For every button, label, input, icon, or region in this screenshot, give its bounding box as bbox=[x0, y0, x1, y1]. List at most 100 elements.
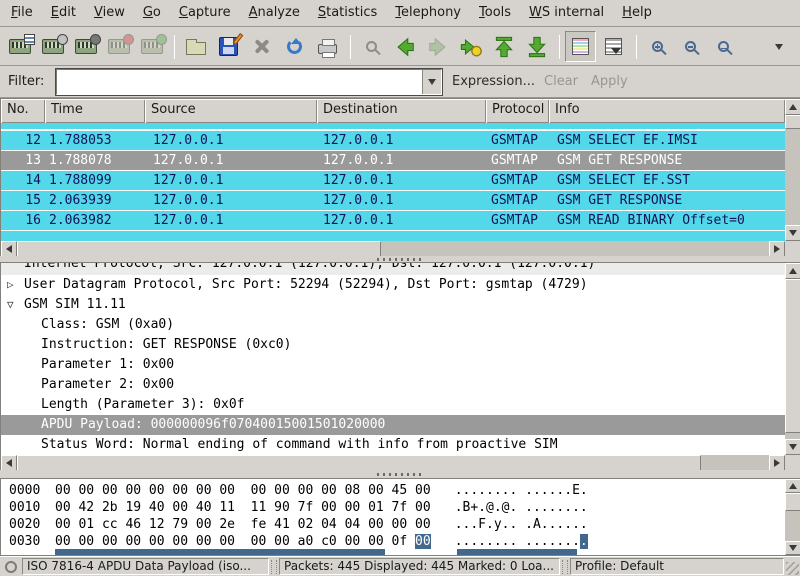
toolbar-button-open-file[interactable] bbox=[180, 31, 211, 62]
detail-row-class[interactable]: Class: GSM (0xa0) bbox=[1, 315, 785, 335]
hex-vscrollbar[interactable] bbox=[785, 479, 800, 555]
toolbar-button-save-file[interactable] bbox=[213, 31, 244, 62]
scroll-thumb[interactable] bbox=[785, 115, 800, 129]
hex-row[interactable]: 002000 01 cc 46 12 79 00 2e fe 41 02 04 … bbox=[1, 516, 785, 533]
toolbar-button-reload-file[interactable] bbox=[279, 31, 310, 62]
menu-capture[interactable]: Capture bbox=[170, 1, 240, 25]
details-vscrollbar[interactable] bbox=[785, 263, 800, 455]
column-header-destination[interactable]: Destination bbox=[317, 99, 486, 123]
scroll-up-button[interactable] bbox=[785, 263, 800, 279]
hex-byte-selected[interactable]: 00 bbox=[415, 534, 431, 549]
packet-row[interactable]: 15 2.063939 127.0.0.1 127.0.0.1 GSMTAP G… bbox=[1, 191, 785, 211]
packet-row-partial[interactable] bbox=[1, 231, 785, 241]
column-header-source[interactable]: Source bbox=[145, 99, 317, 123]
scroll-right-button[interactable] bbox=[769, 455, 785, 471]
detail-row-parameter-1[interactable]: Parameter 1: 0x00 bbox=[1, 355, 785, 375]
menu-tools[interactable]: Tools bbox=[470, 1, 520, 25]
menu-go[interactable]: Go bbox=[134, 1, 170, 25]
menu-file[interactable]: File bbox=[2, 1, 42, 25]
scroll-thumb[interactable] bbox=[17, 455, 701, 471]
toolbar-button-go-back[interactable] bbox=[389, 31, 420, 62]
scroll-thumb[interactable] bbox=[17, 241, 381, 257]
toolbar-button-go-to-packet[interactable] bbox=[455, 31, 486, 62]
detail-row-parameter-2[interactable]: Parameter 2: 0x00 bbox=[1, 375, 785, 395]
scroll-thumb[interactable] bbox=[785, 279, 800, 433]
toolbar-button-close-file[interactable] bbox=[246, 31, 277, 62]
filter-input[interactable] bbox=[59, 72, 419, 92]
menu-view[interactable]: View bbox=[85, 1, 134, 25]
packet-row-clipped[interactable]: 11 1.787851 127.0.0.1 127.0.0.1 GSMTAP G… bbox=[1, 123, 785, 131]
filter-dropdown-button[interactable] bbox=[422, 70, 441, 94]
detail-row-instruction[interactable]: Instruction: GET RESPONSE (0xc0) bbox=[1, 335, 785, 355]
scroll-down-button[interactable] bbox=[785, 225, 800, 241]
expander-expanded-icon[interactable]: ▽ bbox=[7, 295, 14, 315]
column-header-time[interactable]: Time bbox=[45, 99, 145, 123]
statusbar-grip[interactable] bbox=[562, 560, 568, 574]
expert-info-icon[interactable] bbox=[5, 561, 17, 573]
packet-row[interactable]: 16 2.063982 127.0.0.1 127.0.0.1 GSMTAP G… bbox=[1, 211, 785, 231]
hex-ascii[interactable]: ........ ......E. bbox=[455, 483, 588, 498]
hex-row[interactable]: 000000 00 00 00 00 00 00 00 00 00 00 00 … bbox=[1, 482, 785, 499]
menu-analyze[interactable]: Analyze bbox=[240, 1, 309, 25]
toolbar-button-go-to-top[interactable] bbox=[488, 31, 519, 62]
hex-bytes[interactable]: 00 00 00 00 00 00 00 00 00 00 a0 c0 00 0… bbox=[55, 534, 415, 549]
detail-row-apdu-payload-selected[interactable]: APDU Payload: 000000096f0704001500150102… bbox=[1, 415, 785, 435]
scroll-down-button[interactable] bbox=[785, 439, 800, 455]
packet-list-vscrollbar[interactable] bbox=[785, 99, 800, 241]
toolbar-button-stop-capture[interactable] bbox=[103, 31, 134, 62]
toolbar-button-capture-options[interactable] bbox=[37, 31, 68, 62]
detail-row-status-word[interactable]: Status Word: Normal ending of command wi… bbox=[1, 435, 785, 455]
menu-ws-internal[interactable]: WS internal bbox=[520, 1, 613, 25]
scroll-up-button[interactable] bbox=[785, 99, 800, 115]
hex-ascii[interactable]: ...F.y.. .A...... bbox=[455, 517, 588, 532]
apply-button[interactable]: Apply bbox=[591, 74, 628, 89]
hex-ascii-selected[interactable]: . bbox=[580, 534, 588, 549]
toolbar-button-auto-scroll[interactable] bbox=[598, 31, 629, 62]
scroll-left-button[interactable] bbox=[1, 455, 17, 471]
expression-button[interactable]: Expression... bbox=[452, 74, 535, 89]
packet-list-hscrollbar[interactable] bbox=[1, 241, 785, 257]
details-hscrollbar[interactable] bbox=[1, 455, 785, 471]
toolbar-button-zoom-in[interactable] bbox=[642, 31, 673, 62]
scroll-left-button[interactable] bbox=[1, 241, 17, 257]
menu-edit[interactable]: Edit bbox=[42, 1, 85, 25]
detail-row-udp[interactable]: ▷User Datagram Protocol, Src Port: 52294… bbox=[1, 275, 785, 295]
toolbar-button-colorize[interactable] bbox=[565, 31, 596, 62]
detail-row-gsm-sim[interactable]: ▽GSM SIM 11.11 bbox=[1, 295, 785, 315]
scroll-down-button[interactable] bbox=[785, 541, 800, 555]
hex-bytes[interactable]: 00 42 2b 19 40 00 40 11 11 90 7f 00 00 0… bbox=[55, 500, 431, 515]
toolbar-button-restart-capture[interactable] bbox=[136, 31, 167, 62]
column-header-protocol[interactable]: Protocol bbox=[486, 99, 549, 123]
clear-button[interactable]: Clear bbox=[544, 74, 578, 89]
hex-bytes[interactable]: 00 01 cc 46 12 79 00 2e fe 41 02 04 04 0… bbox=[55, 517, 431, 532]
toolbar-button-more-tools[interactable] bbox=[763, 31, 794, 62]
menu-telephony[interactable]: Telephony bbox=[386, 1, 470, 25]
scroll-right-button[interactable] bbox=[769, 241, 785, 257]
scroll-thumb[interactable] bbox=[785, 493, 800, 511]
hex-ascii[interactable]: .B+.@.@. ........ bbox=[455, 500, 588, 515]
toolbar-button-zoom-100[interactable] bbox=[708, 31, 739, 62]
hex-bytes[interactable]: 00 00 00 00 00 00 00 00 00 00 00 00 08 0… bbox=[55, 483, 431, 498]
toolbar-button-go-forward[interactable] bbox=[422, 31, 453, 62]
packet-row[interactable]: 14 1.788099 127.0.0.1 127.0.0.1 GSMTAP G… bbox=[1, 171, 785, 191]
detail-row-length[interactable]: Length (Parameter 3): 0x0f bbox=[1, 395, 785, 415]
packet-row-selected[interactable]: 13 1.788078 127.0.0.1 127.0.0.1 GSMTAP G… bbox=[1, 151, 785, 171]
column-header-info[interactable]: Info bbox=[549, 99, 785, 123]
statusbar-grip[interactable] bbox=[271, 560, 277, 574]
toolbar-button-list-interfaces[interactable] bbox=[4, 31, 35, 62]
menu-statistics[interactable]: Statistics bbox=[309, 1, 386, 25]
expander-collapsed-icon[interactable]: ▷ bbox=[7, 275, 14, 295]
toolbar-button-find-packet[interactable] bbox=[356, 31, 387, 62]
toolbar-button-zoom-out[interactable] bbox=[675, 31, 706, 62]
toolbar-button-start-capture[interactable] bbox=[70, 31, 101, 62]
packet-row[interactable]: 11 1.787851 127.0.0.1 127.0.0.1 GSMTAP G… bbox=[1, 123, 785, 130]
pane-splitter[interactable] bbox=[0, 470, 800, 478]
toolbar-button-print[interactable] bbox=[312, 31, 343, 62]
hex-ascii[interactable]: ........ ....... bbox=[455, 534, 580, 549]
hex-row[interactable]: 001000 42 2b 19 40 00 40 11 11 90 7f 00 … bbox=[1, 499, 785, 516]
detail-row[interactable]: Internet Protocol, Src: 127.0.0.1 (127.0… bbox=[1, 263, 785, 274]
column-header-no[interactable]: No. bbox=[1, 99, 45, 123]
detail-row-clipped[interactable]: Internet Protocol, Src: 127.0.0.1 (127.0… bbox=[1, 263, 785, 275]
window-resize-grip[interactable] bbox=[786, 562, 799, 575]
menu-help[interactable]: Help bbox=[613, 1, 661, 25]
